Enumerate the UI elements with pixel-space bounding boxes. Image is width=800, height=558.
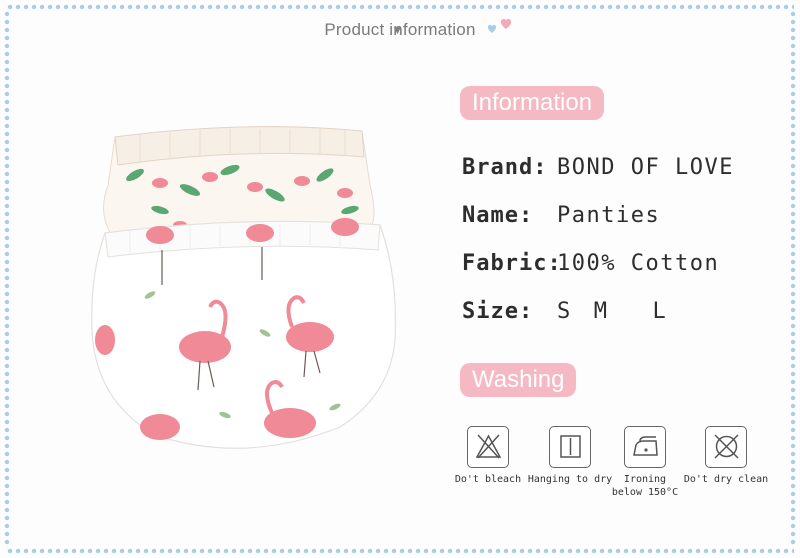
care-no-bleach-label: Do't bleach (454, 474, 522, 485)
spec-name-value: Panties (557, 203, 661, 228)
no-dry-clean-icon (705, 426, 747, 468)
spec-brand: Brand: BOND OF LOVE (462, 155, 734, 180)
hearts-icon (487, 19, 512, 33)
dotted-border-bottom (6, 548, 794, 554)
dotted-border-top (6, 4, 794, 10)
care-iron-label: Ironing below 150°C (599, 473, 691, 499)
hang-dry-icon (549, 426, 591, 468)
dotted-border-left (4, 10, 10, 548)
spec-name: Name: Panties (462, 203, 660, 228)
size-m: M (593, 299, 609, 324)
care-no-bleach: Do't bleach (442, 426, 534, 486)
spec-brand-value: BOND OF LOVE (557, 155, 734, 180)
spec-size-label: Size: (462, 299, 534, 324)
spec-size: Size: S M L (462, 299, 667, 324)
no-bleach-icon (467, 426, 509, 468)
iron-icon (624, 426, 666, 468)
care-no-dry-clean-label: Do't dry clean (683, 474, 769, 485)
spec-name-label: Name: (462, 203, 534, 228)
size-s: S (557, 299, 572, 324)
information-section-label: Information (460, 86, 605, 120)
washing-section-label: Washing (460, 363, 577, 397)
care-iron-label-line1: Ironing (623, 474, 667, 485)
down-arrow-icon: ▼ (394, 26, 401, 36)
spec-fabric: Fabric:100% Cotton (462, 251, 719, 276)
spec-fabric-label: Fabric: (462, 251, 562, 276)
size-l: L (652, 299, 668, 324)
spec-brand-label: Brand: (462, 155, 548, 180)
care-iron: Ironing below 150°C (599, 426, 691, 499)
spec-fabric-value: 100% Cotton (557, 251, 720, 276)
dotted-border-right (790, 10, 796, 548)
page-frame: Product information ▼ Information Brand:… (0, 0, 800, 558)
product-photo (91, 126, 396, 449)
care-no-dry-clean: Do't dry clean (680, 426, 772, 486)
care-iron-label-line2: below 150°C (611, 487, 679, 498)
